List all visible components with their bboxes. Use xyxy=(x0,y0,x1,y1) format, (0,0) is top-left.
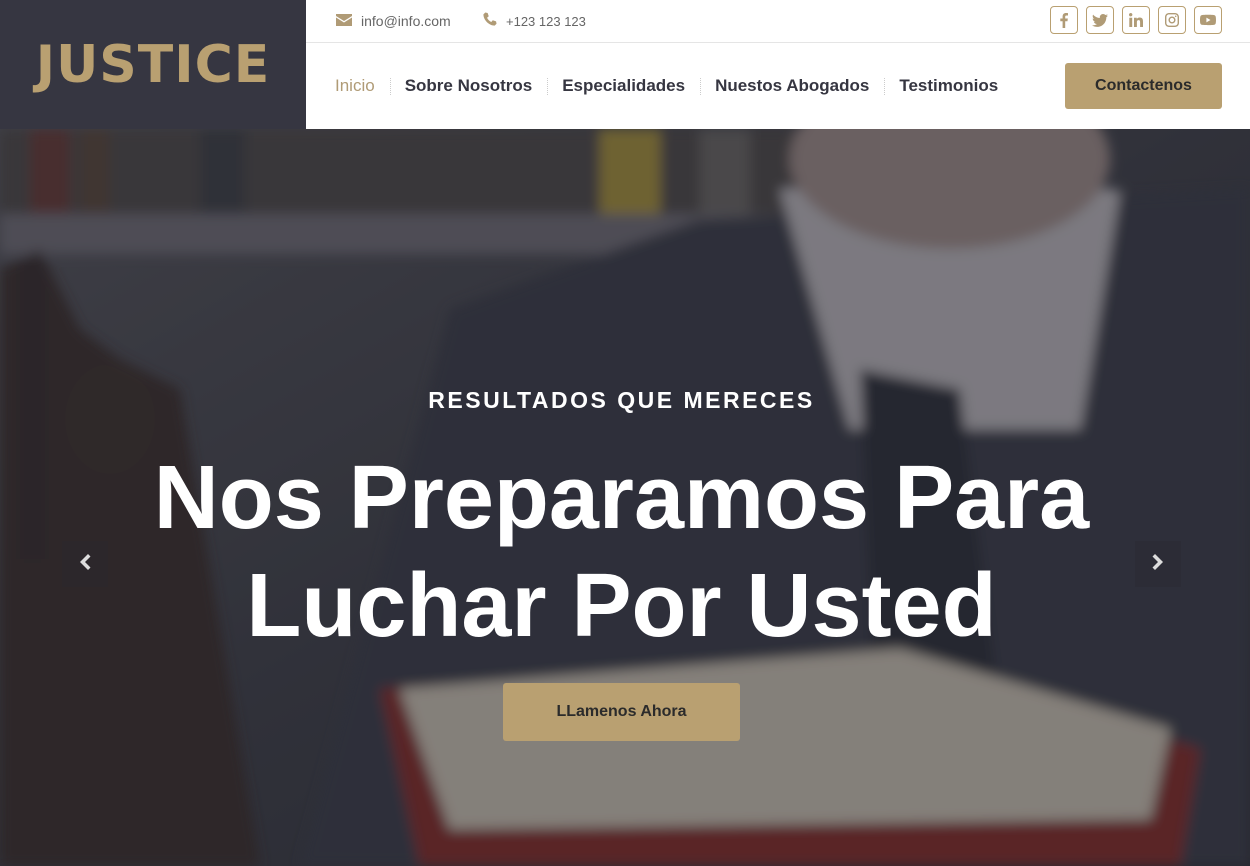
phone-icon xyxy=(482,12,497,30)
main-navbar: Inicio Sobre Nosotros Especialidades Nue… xyxy=(306,43,1250,129)
hero-subtitle: RESULTADOS QUE MERECES xyxy=(428,387,815,413)
facebook-icon[interactable] xyxy=(1050,6,1078,34)
hero-title-line-1: Nos Preparamos Para xyxy=(153,448,1090,548)
nav-item-sobre-nosotros[interactable]: Sobre Nosotros xyxy=(389,76,548,96)
nav-item-especialidades[interactable]: Especialidades xyxy=(547,76,700,96)
hero-slider: RESULTADOS QUE MERECES Nos Preparamos Pa… xyxy=(0,129,1250,866)
youtube-icon[interactable] xyxy=(1194,6,1222,34)
contact-email[interactable]: info@info.com xyxy=(336,0,451,42)
slider-next-button[interactable] xyxy=(1135,541,1181,587)
hero-title-line-2: Luchar Por Usted xyxy=(246,556,997,656)
chevron-right-icon xyxy=(1152,553,1164,575)
envelope-icon xyxy=(336,13,352,29)
slider-prev-button[interactable] xyxy=(62,541,108,587)
logo-block[interactable]: JUSTICE xyxy=(0,0,306,129)
logo-text: JUSTICE xyxy=(35,34,271,95)
twitter-icon[interactable] xyxy=(1086,6,1114,34)
social-links xyxy=(1050,6,1222,34)
linkedin-icon[interactable] xyxy=(1122,6,1150,34)
call-now-button[interactable]: LLamenos Ahora xyxy=(503,683,740,741)
chevron-left-icon xyxy=(79,553,91,575)
nav-item-inicio[interactable]: Inicio xyxy=(320,76,390,96)
instagram-icon[interactable] xyxy=(1158,6,1186,34)
hero-title: Nos Preparamos Para Luchar Por Usted xyxy=(0,444,1243,660)
contact-phone[interactable]: +123 123 123 xyxy=(482,0,586,42)
nav-item-testimonios[interactable]: Testimonios xyxy=(884,76,1013,96)
top-bar: info@info.com +123 123 123 xyxy=(306,0,1250,43)
nav-menu: Inicio Sobre Nosotros Especialidades Nue… xyxy=(320,43,1013,129)
nav-item-abogados[interactable]: Nuestos Abogados xyxy=(700,76,884,96)
contact-button[interactable]: Contactenos xyxy=(1065,63,1222,109)
email-text: info@info.com xyxy=(361,13,451,29)
phone-text: +123 123 123 xyxy=(506,13,586,29)
